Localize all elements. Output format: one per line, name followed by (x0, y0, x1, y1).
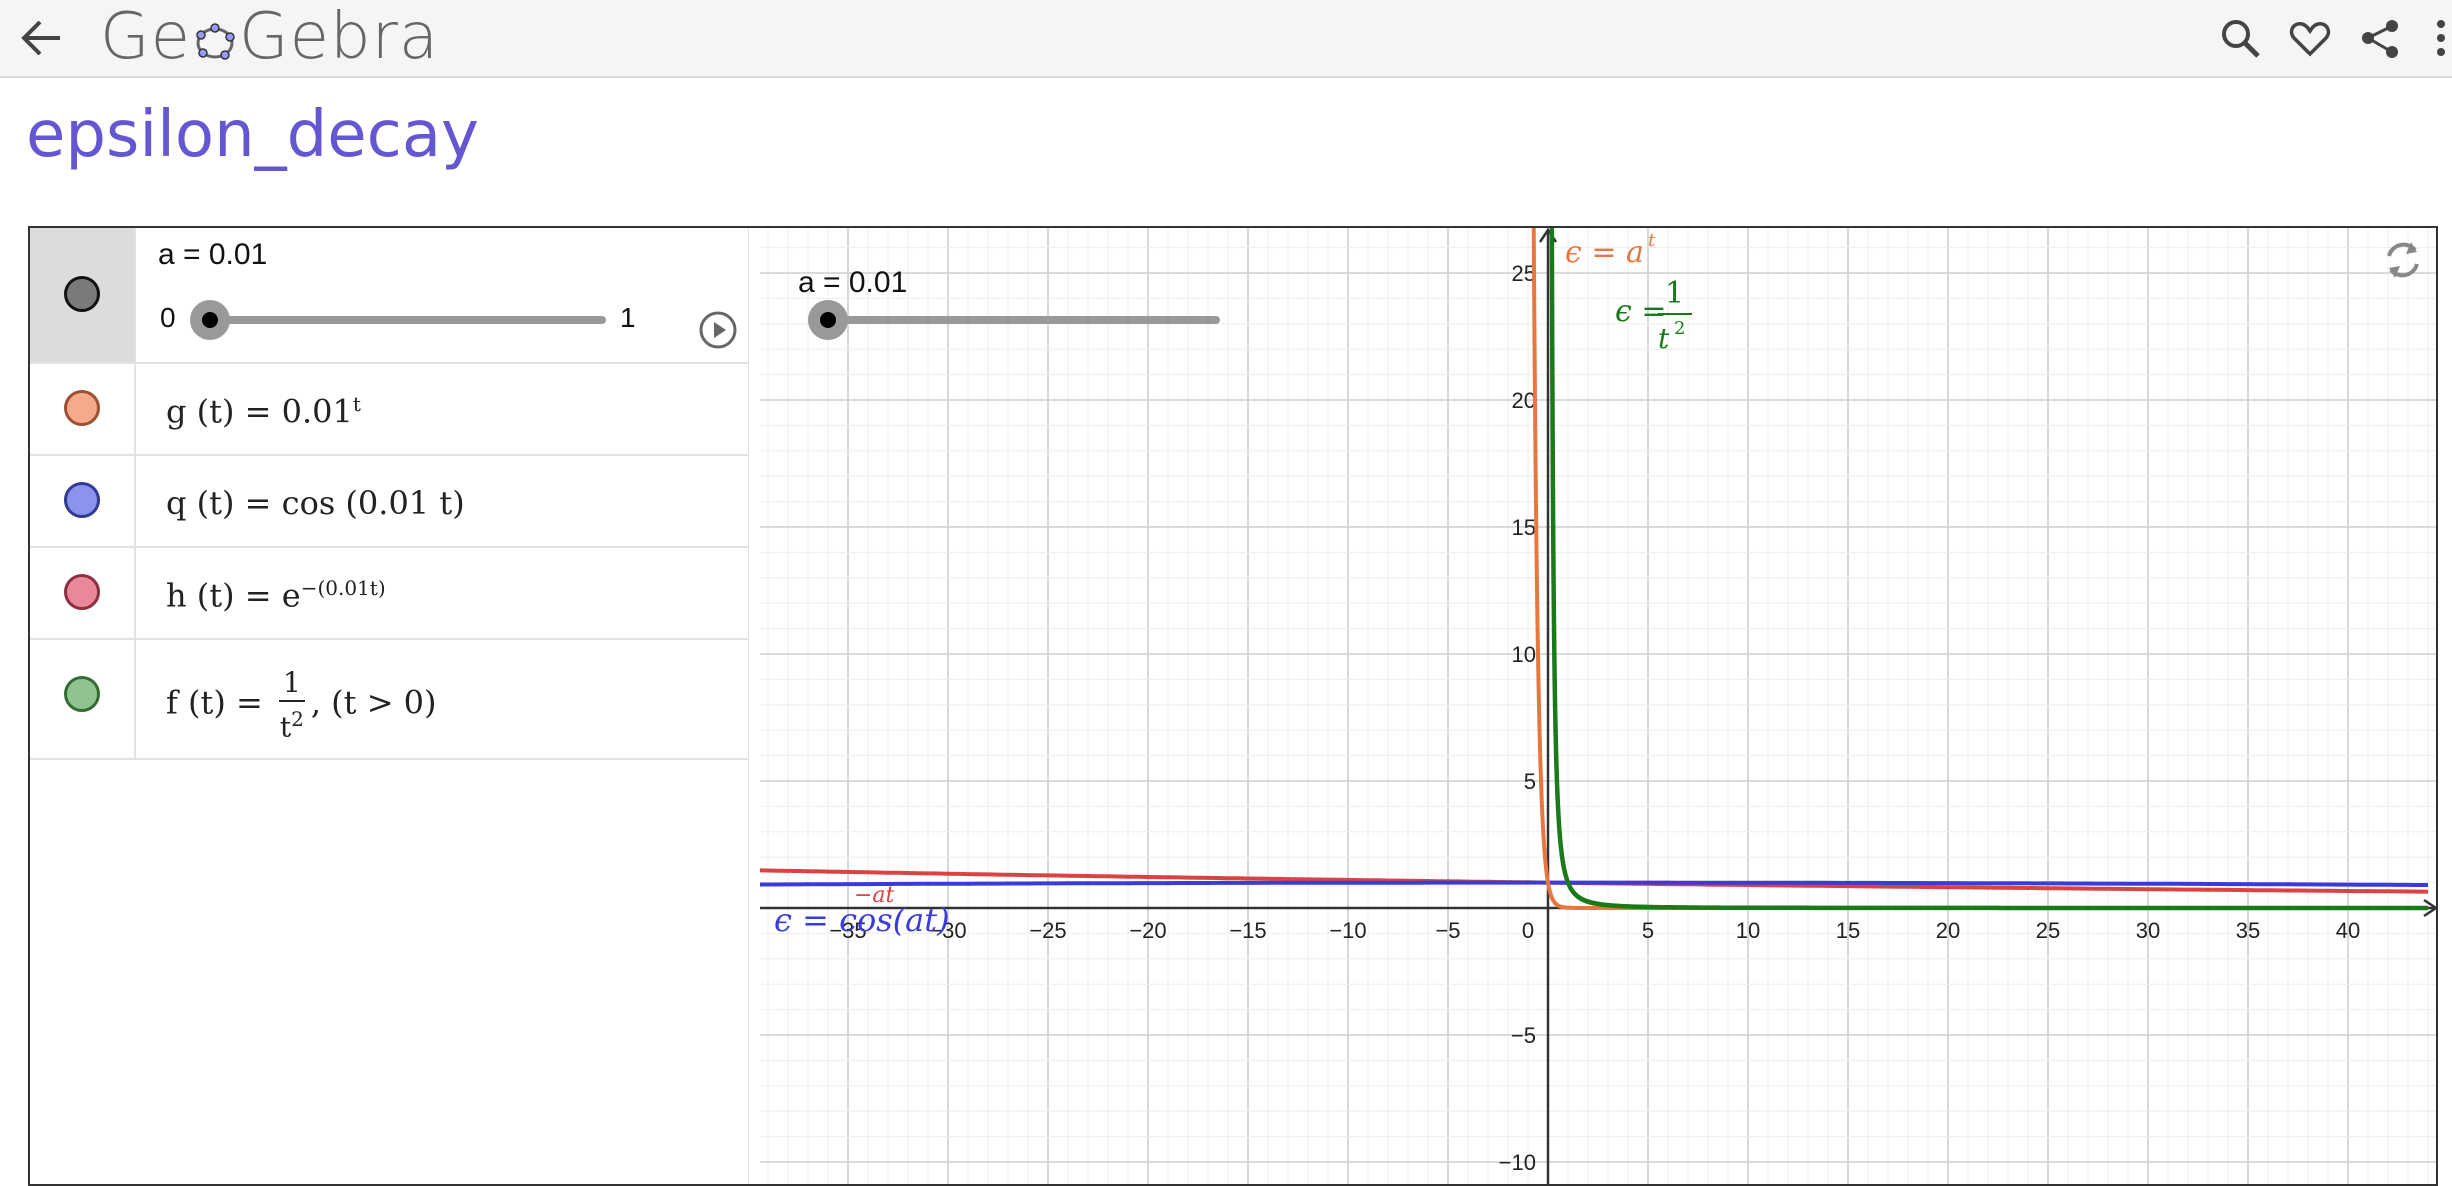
slider-min: 0 (160, 302, 176, 333)
expression-g-text: g (t) = 0.01 (166, 392, 353, 431)
x-tick-label: 35 (2236, 918, 2260, 943)
x-tick-label: −10 (1329, 918, 1366, 943)
x-tick-label: −20 (1129, 918, 1166, 943)
y-tick-label: 10 (1512, 642, 1536, 667)
more-vertical-icon[interactable] (2430, 14, 2452, 62)
expression-h: h (t) = e−(0.01t) (166, 576, 386, 615)
logo-ellipse-icon (196, 22, 235, 60)
label-g: ϵ = a (1565, 235, 1644, 270)
x-tick-label: 40 (2336, 918, 2360, 943)
algebra-row-q[interactable]: q (t) = cos (0.01 t) (30, 456, 748, 548)
algebra-gutter (30, 456, 136, 546)
x-tick-label: −15 (1229, 918, 1266, 943)
y-tick-label: 20 (1512, 388, 1536, 413)
x-tick-label: 10 (1736, 918, 1760, 943)
fraction-denominator-exponent: 2 (291, 707, 304, 731)
algebra-row-h[interactable]: h (t) = e−(0.01t) (30, 548, 748, 640)
label-f-denominator: t (1658, 322, 1670, 355)
visibility-toggle[interactable] (64, 574, 100, 610)
expression-f: f (t) = 1 t2, (t > 0) (166, 666, 437, 744)
label-f-numerator: 1 (1665, 276, 1684, 311)
x-tick-label: 5 (1642, 918, 1654, 943)
algebra-row-slider[interactable]: a = 0.01 0 1 (30, 228, 748, 364)
algebra-row-g[interactable]: g (t) = 0.01t (30, 364, 748, 456)
x-tick-label: 0 (1522, 918, 1534, 943)
algebra-view: a = 0.01 0 1 g (t) = 0.01t q (t) = cos (… (30, 228, 749, 1184)
graphics-slider-label: a = 0.01 (798, 266, 907, 299)
grid (760, 228, 2436, 1184)
y-tick-label: −5 (1511, 1023, 1536, 1048)
x-tick-label: 15 (1836, 918, 1860, 943)
algebra-gutter (30, 228, 136, 362)
x-tick-label: 30 (2136, 918, 2160, 943)
graphics-slider-track[interactable] (820, 316, 1220, 324)
x-tick-label: −5 (1435, 918, 1460, 943)
fraction-numerator: 1 (279, 666, 305, 702)
x-tick-label: −25 (1029, 918, 1066, 943)
x-tick-label: 20 (1936, 918, 1960, 943)
back-arrow-icon[interactable] (14, 10, 70, 66)
visibility-toggle[interactable] (64, 482, 100, 518)
expression-f-condition: , (t > 0) (310, 683, 437, 722)
x-tick-label: 25 (2036, 918, 2060, 943)
algebra-gutter (30, 640, 136, 758)
graphics-slider-handle-center (820, 312, 836, 328)
expression-q: q (t) = cos (0.01 t) (166, 484, 465, 522)
label-f-denominator-exponent: 2 (1674, 318, 1685, 339)
play-icon[interactable] (698, 310, 738, 350)
algebra-gutter (30, 548, 136, 638)
applet-frame: a = 0.01 0 1 g (t) = 0.01t q (t) = cos (… (28, 226, 2438, 1186)
search-icon[interactable] (2216, 14, 2264, 62)
heart-icon[interactable] (2286, 14, 2334, 62)
expression-g: g (t) = 0.01t (166, 392, 361, 431)
label-g-sup: t (1648, 230, 1656, 251)
expression-h-text: h (t) = e (166, 576, 301, 615)
top-bar: Ge Gebra (0, 0, 2452, 78)
fraction-denominator: t2 (279, 702, 305, 744)
axes: −35 −30 −25 −20 −15 −10 −5 0 5 10 15 20 25 30 35 405101… (760, 228, 2436, 1184)
logo-text-left: Ge (100, 0, 191, 74)
expression-f-text: f (t) = (166, 683, 273, 722)
expression-h-sup: −(0.01t) (300, 576, 386, 600)
slider-label: a = 0.01 (158, 238, 268, 271)
visibility-toggle[interactable] (64, 390, 100, 426)
share-icon[interactable] (2356, 14, 2404, 62)
y-tick-label: −10 (1499, 1150, 1536, 1175)
algebra-row-f[interactable]: f (t) = 1 t2, (t > 0) (30, 640, 748, 760)
expression-g-sup: t (352, 392, 361, 416)
graphics-slider[interactable]: a = 0.01 (798, 266, 1220, 340)
label-q: ϵ = cos(at) (774, 901, 950, 939)
visibility-toggle[interactable] (64, 276, 100, 312)
graphics-view[interactable]: −35 −30 −25 −20 −15 −10 −5 0 5 10 15 20 25 30 35 405101… (760, 228, 2438, 1186)
fraction-denominator-base: t (279, 710, 292, 744)
visibility-toggle[interactable] (64, 676, 100, 712)
geogebra-logo[interactable]: Ge Gebra (100, 0, 439, 74)
slider-track[interactable] (206, 316, 606, 324)
logo-text-right: Gebra (238, 0, 440, 74)
slider-max: 1 (620, 302, 636, 333)
y-tick-label: 5 (1524, 769, 1536, 794)
page-title: epsilon_decay (26, 98, 479, 172)
algebra-gutter (30, 364, 136, 454)
y-tick-label: 15 (1512, 515, 1536, 540)
slider-handle[interactable] (190, 300, 230, 340)
expression-f-fraction: 1 t2 (279, 666, 305, 744)
